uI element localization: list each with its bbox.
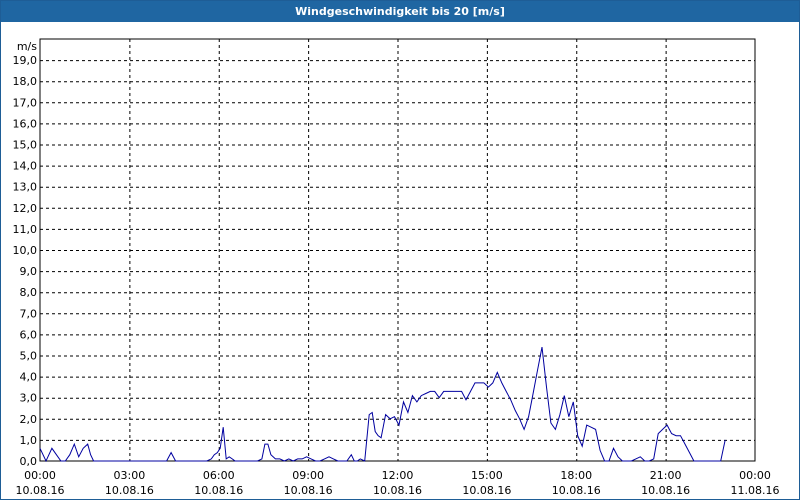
x-tick-date-label: 10.08.16 — [641, 484, 690, 497]
grid — [40, 39, 755, 461]
y-tick-label: 6,0 — [20, 328, 38, 341]
y-tick-label: 5,0 — [20, 350, 38, 363]
x-tick-date-label: 10.08.16 — [373, 484, 422, 497]
x-tick-time-label: 06:00 — [203, 469, 235, 482]
y-tick-label: 10,0 — [13, 244, 38, 257]
y-tick-label: 9,0 — [20, 265, 38, 278]
y-tick-label: 4,0 — [20, 371, 38, 384]
x-axis: 00:00 10.08.16 03:00 10.08.16 06:00 10.08.16 0… — [16, 469, 780, 497]
y-tick-label: 14,0 — [13, 160, 38, 173]
y-tick-label: 13,0 — [13, 181, 38, 194]
x-tick-date-label: 10.08.16 — [16, 484, 65, 497]
x-tick-date-label: 10.08.16 — [552, 484, 601, 497]
x-tick-time-label: 21:00 — [650, 469, 682, 482]
y-tick-label: 15,0 — [13, 139, 38, 152]
x-tick-time-label: 00:00 — [24, 469, 56, 482]
x-tick-time-label: 00:00 — [739, 469, 771, 482]
x-tick-date-label: 10.08.16 — [462, 484, 511, 497]
y-tick-label: 8,0 — [20, 286, 38, 299]
wind-speed-chart: 0,0 1,0 2,0 3,0 4,0 5,0 6,0 7,0 8,0 9,0 10,0 11,0 12… — [13, 38, 780, 497]
y-tick-label: 7,0 — [20, 307, 38, 320]
x-tick-date-label: 10.08.16 — [284, 484, 333, 497]
wind-speed-series-line — [39, 347, 726, 463]
x-tick-time-label: 15:00 — [471, 469, 503, 482]
x-tick-time-label: 09:00 — [292, 469, 324, 482]
x-tick-date-label: 10.08.16 — [105, 484, 154, 497]
y-axis-unit-label: m/s — [17, 40, 37, 53]
y-tick-label: 1,0 — [20, 434, 38, 447]
x-tick-time-label: 03:00 — [114, 469, 146, 482]
x-tick-time-label: 12:00 — [382, 469, 414, 482]
y-tick-label: 0,0 — [20, 455, 38, 468]
y-tick-label: 16,0 — [13, 117, 38, 130]
y-tick-label: 12,0 — [13, 202, 38, 215]
y-axis: 0,0 1,0 2,0 3,0 4,0 5,0 6,0 7,0 8,0 9,0 10,0 11,0 12… — [13, 54, 38, 468]
x-tick-date-label: 10.08.16 — [194, 484, 243, 497]
y-tick-label: 11,0 — [13, 223, 38, 236]
x-tick-time-label: 18:00 — [560, 469, 592, 482]
y-tick-label: 17,0 — [13, 96, 38, 109]
y-tick-label: 19,0 — [13, 54, 38, 67]
y-tick-label: 18,0 — [13, 75, 38, 88]
y-tick-label: 2,0 — [20, 413, 38, 426]
y-tick-label: 3,0 — [20, 392, 38, 405]
x-tick-date-label: 11.08.16 — [731, 484, 780, 497]
